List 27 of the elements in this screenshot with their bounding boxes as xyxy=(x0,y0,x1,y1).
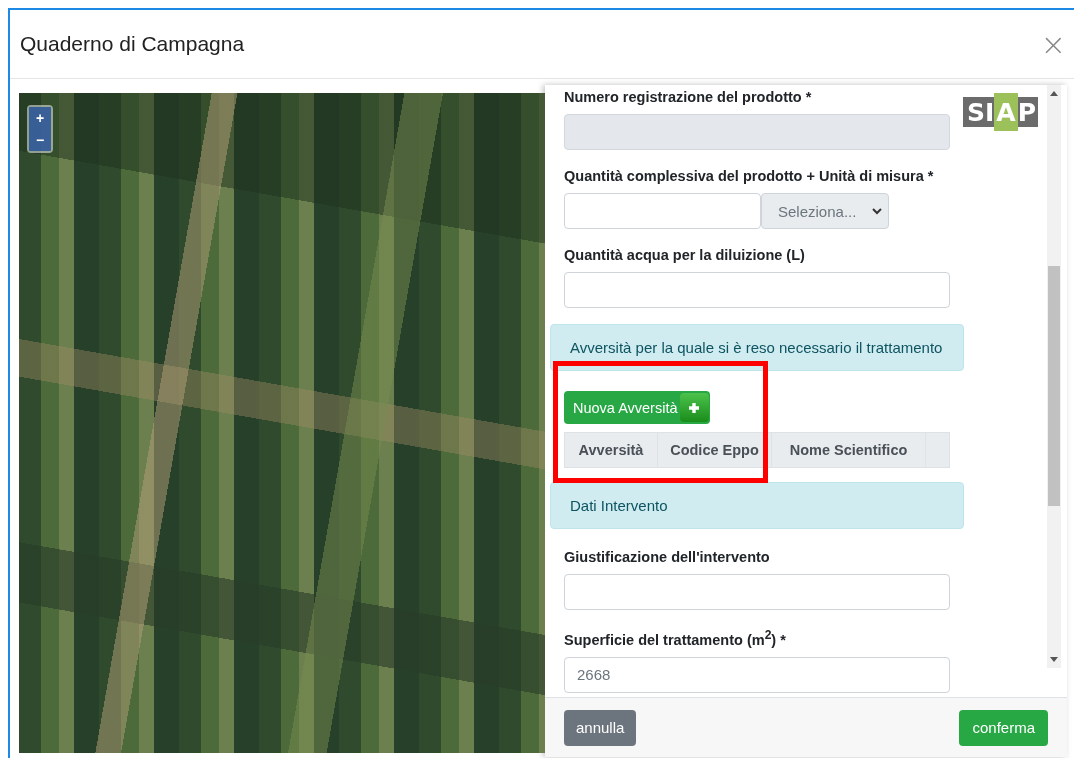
zoom-out-button[interactable]: − xyxy=(29,129,51,151)
unit-dropdown[interactable]: Seleziona... xyxy=(761,193,889,229)
field-label: Numero registrazione del prodotto * xyxy=(564,89,813,105)
input-field[interactable]: 2668 xyxy=(564,656,950,693)
zoom-in-button[interactable]: + xyxy=(29,107,51,129)
field-label: Superficie del trattamento (m$^{2}$) * xyxy=(564,628,787,648)
table-header-cell: Codice Eppo xyxy=(658,433,772,467)
table-header-cell: Avversità xyxy=(565,433,658,467)
scrollbar[interactable] xyxy=(1047,85,1061,668)
close-button[interactable]: × xyxy=(1040,26,1066,62)
cancel-button[interactable]: annulla xyxy=(564,709,637,746)
section-header: Dati Intervento xyxy=(550,482,964,529)
confirm-button[interactable]: conferma xyxy=(959,709,1048,746)
input-field[interactable] xyxy=(564,574,950,610)
input-field[interactable] xyxy=(564,272,950,308)
field-label: Quantità complessiva del prodotto + Unità di misura * xyxy=(564,168,935,184)
scroll-down-icon xyxy=(1050,657,1058,662)
input-field[interactable] xyxy=(564,193,761,229)
scroll-up-icon xyxy=(1050,91,1058,96)
window-title: Quaderno di Campagna xyxy=(20,32,245,56)
table-header-cell: Nome Scientifico xyxy=(772,433,926,467)
field-label: Quantità acqua per la diluizione (L) xyxy=(564,247,806,263)
plus-icon xyxy=(679,393,709,422)
new-adversity-button[interactable]: Nuova Avversità xyxy=(564,391,710,424)
section-header: Avversità per la quale si è reso necessario il trattamento xyxy=(550,324,964,371)
field-label: Giustificazione dell'intervento xyxy=(564,549,771,565)
chevron-down-icon xyxy=(872,207,882,215)
